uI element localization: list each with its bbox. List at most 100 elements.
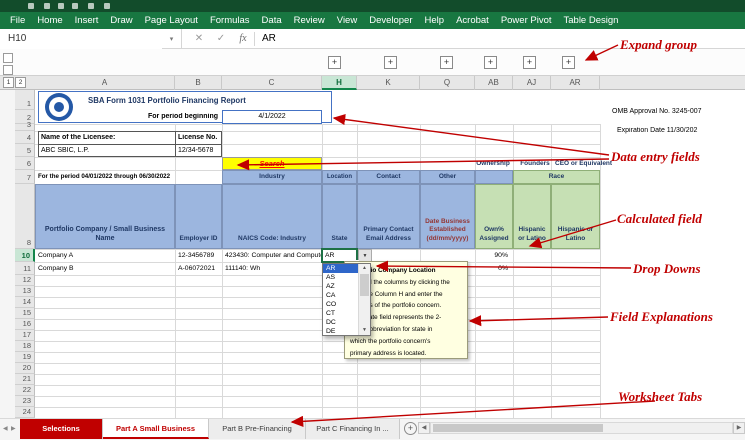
ribbon-tab-table-design[interactable]: Table Design xyxy=(558,12,625,29)
ribbon-tab-page-layout[interactable]: Page Layout xyxy=(139,12,204,29)
row-header-6[interactable]: 6 xyxy=(15,157,35,170)
expand-group-button[interactable]: + xyxy=(562,56,575,69)
titlebar-icon xyxy=(28,3,34,9)
ribbon-tab-formulas[interactable]: Formulas xyxy=(204,12,256,29)
tab-scroll-right-icon[interactable]: ▶ xyxy=(11,425,16,432)
row-header-7[interactable]: 7 xyxy=(15,170,35,184)
row-header-20[interactable]: 20 xyxy=(15,363,35,374)
report-period: For the period 04/01/2022 through 06/30/… xyxy=(38,173,170,180)
dropdown-option-az[interactable]: AZ xyxy=(323,282,359,291)
sheet-tab-part-c-financing-in-[interactable]: Part C Financing In ... xyxy=(306,419,400,439)
hscroll-right-icon[interactable]: ▶ xyxy=(733,422,745,434)
search-button[interactable]: Search xyxy=(222,157,322,170)
row-header-16[interactable]: 16 xyxy=(15,319,35,330)
horizontal-scrollbar[interactable] xyxy=(430,422,733,434)
ribbon-tab-data[interactable]: Data xyxy=(256,12,288,29)
row-header-24[interactable]: 24 xyxy=(15,407,35,418)
cell-company-b[interactable]: Company B xyxy=(38,263,168,275)
cancel-icon[interactable]: ✕ xyxy=(190,29,208,49)
expand-group-button[interactable]: + xyxy=(484,56,497,69)
sheet-tab-part-a-small-business[interactable]: Part A Small Business xyxy=(103,419,209,439)
ribbon-tab-help[interactable]: Help xyxy=(419,12,451,29)
titlebar-icon xyxy=(58,3,64,9)
formula-input[interactable]: AR xyxy=(262,33,276,44)
licensee-value[interactable]: ABC SBIC, L.P. xyxy=(41,147,89,154)
period-label: For period beginning xyxy=(100,113,218,120)
ribbon-tab-power-pivot[interactable]: Power Pivot xyxy=(495,12,558,29)
ribbon-tab-view[interactable]: View xyxy=(331,12,363,29)
row-header-10[interactable]: 10 xyxy=(15,249,35,262)
cell-own-b[interactable]: 0% xyxy=(475,263,508,275)
row-header-14[interactable]: 14 xyxy=(15,297,35,308)
sheet-tab-part-b-pre-financing[interactable]: Part B Pre-Financing xyxy=(209,419,306,439)
enter-icon[interactable]: ✓ xyxy=(212,29,230,49)
scroll-thumb[interactable] xyxy=(360,274,369,296)
row-header-5[interactable]: 5 xyxy=(15,144,35,157)
ribbon-tab-draw[interactable]: Draw xyxy=(104,12,138,29)
cell-naics-b[interactable]: 111140: Wh xyxy=(225,263,321,275)
row-header-18[interactable]: 18 xyxy=(15,341,35,352)
hscroll-left-icon[interactable]: ◀ xyxy=(418,422,430,434)
scroll-down-icon[interactable]: ▼ xyxy=(359,326,370,335)
column-header-a[interactable]: A xyxy=(35,76,175,90)
dropdown-option-ca[interactable]: CA xyxy=(323,291,359,300)
ribbon-tab-review[interactable]: Review xyxy=(288,12,331,29)
ribbon-tab-developer[interactable]: Developer xyxy=(363,12,418,29)
name-box-dropdown-icon[interactable]: ▾ xyxy=(162,29,182,49)
column-header-c[interactable]: C xyxy=(222,76,322,90)
row-header-3[interactable]: 3 xyxy=(15,124,35,131)
dropdown-scrollbar[interactable]: ▲ ▼ xyxy=(358,264,370,335)
row-header-4[interactable]: 4 xyxy=(15,131,35,144)
column-header-q[interactable]: Q xyxy=(420,76,475,90)
state-dropdown-list[interactable]: ARASAZCACOCTDCDE ▲ ▼ xyxy=(322,263,371,336)
dropdown-option-co[interactable]: CO xyxy=(323,300,359,309)
row-header-22[interactable]: 22 xyxy=(15,385,35,396)
column-header-h[interactable]: H xyxy=(322,76,357,90)
column-header-k[interactable]: K xyxy=(357,76,420,90)
ribbon-tab-acrobat[interactable]: Acrobat xyxy=(450,12,495,29)
cell-own-a[interactable]: 90% xyxy=(475,250,508,262)
cell-employer-a[interactable]: 12-3456789 xyxy=(178,250,221,262)
expand-group-button[interactable]: + xyxy=(523,56,536,69)
expand-group-button[interactable]: + xyxy=(328,56,341,69)
insert-function-icon[interactable]: fx xyxy=(234,29,252,49)
expand-group-button[interactable]: + xyxy=(440,56,453,69)
expand-group-button[interactable]: + xyxy=(384,56,397,69)
sheet-tab-selections[interactable]: Selections xyxy=(20,419,103,439)
row-header-11[interactable]: 11 xyxy=(15,262,35,275)
ribbon-tab-insert[interactable]: Insert xyxy=(69,12,105,29)
cell-employer-b[interactable]: A-06072021 xyxy=(178,263,221,275)
license-no-value[interactable]: 12/34-5678 xyxy=(178,147,213,154)
row-header-1[interactable]: 1 xyxy=(15,90,35,110)
cell-company-a[interactable]: Company A xyxy=(38,250,168,262)
outline-level-button-1[interactable]: 1 xyxy=(3,77,14,88)
row-header-17[interactable]: 17 xyxy=(15,330,35,341)
row-header-12[interactable]: 12 xyxy=(15,275,35,286)
name-box[interactable]: H10 xyxy=(0,29,162,49)
row-header-19[interactable]: 19 xyxy=(15,352,35,363)
dropdown-option-ar[interactable]: AR xyxy=(323,264,359,273)
column-header-ab[interactable]: AB xyxy=(475,76,513,90)
row-header-15[interactable]: 15 xyxy=(15,308,35,319)
outline-level-button-2[interactable]: 2 xyxy=(15,77,26,88)
row-header-23[interactable]: 23 xyxy=(15,396,35,407)
dropdown-option-as[interactable]: AS xyxy=(323,273,359,282)
dropdown-option-dc[interactable]: DC xyxy=(323,318,359,327)
row-header-8[interactable]: 8 xyxy=(15,184,35,249)
scroll-up-icon[interactable]: ▲ xyxy=(359,264,370,273)
period-value-cell[interactable]: 4/1/2022 xyxy=(222,110,322,124)
column-header-aj[interactable]: AJ xyxy=(513,76,551,90)
row-header-13[interactable]: 13 xyxy=(15,286,35,297)
new-sheet-button[interactable]: + xyxy=(404,422,417,435)
ribbon-tab-home[interactable]: Home xyxy=(31,12,68,29)
dropdown-option-ct[interactable]: CT xyxy=(323,309,359,318)
row-header-21[interactable]: 21 xyxy=(15,374,35,385)
column-header-b[interactable]: B xyxy=(175,76,222,90)
ribbon-tab-file[interactable]: File xyxy=(4,12,31,29)
hscroll-thumb[interactable] xyxy=(433,424,603,432)
cell-naics-a[interactable]: 423430: Computer and Compute xyxy=(225,250,321,262)
dropdown-option-de[interactable]: DE xyxy=(323,327,359,336)
row-header-2[interactable]: 2 xyxy=(15,110,35,124)
tab-scroll-left-icon[interactable]: ◀ xyxy=(3,425,8,432)
column-header-ar[interactable]: AR xyxy=(551,76,600,90)
